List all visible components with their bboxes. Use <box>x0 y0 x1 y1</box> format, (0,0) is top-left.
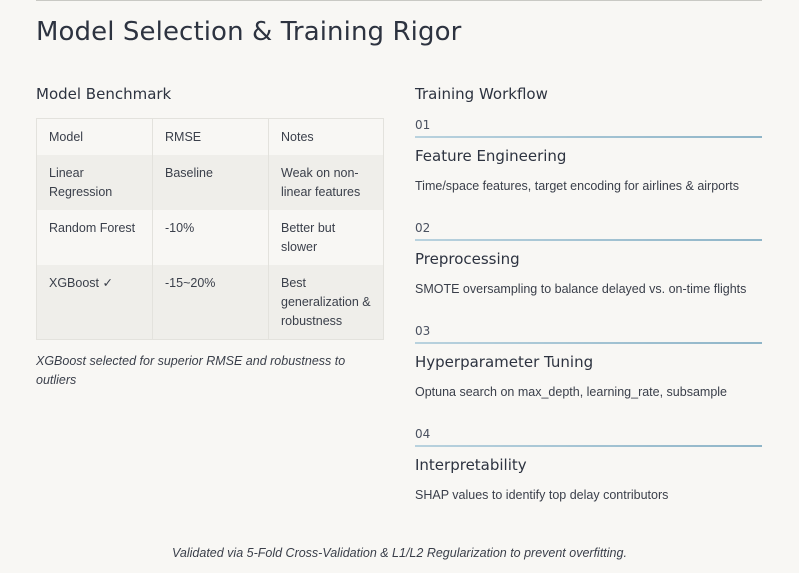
step-description: Time/space features, target encoding for… <box>415 179 739 193</box>
benchmark-note: XGBoost selected for superior RMSE and r… <box>36 354 346 387</box>
benchmark-heading: Model Benchmark <box>36 85 172 103</box>
cell-model: Random Forest <box>36 210 153 265</box>
cell-rmse: -10% <box>152 210 269 265</box>
benchmark-table: Model RMSE Notes Linear Regression Basel… <box>36 118 384 340</box>
cell-model: Linear Regression <box>36 155 153 210</box>
cell-notes: Best generalization & robustness <box>268 265 384 340</box>
column-header-rmse: RMSE <box>152 118 269 155</box>
step-description: SMOTE oversampling to balance delayed vs… <box>415 282 747 296</box>
step-title: Interpretability <box>415 456 527 474</box>
step-description: SHAP values to identify top delay contri… <box>415 488 669 502</box>
step-divider <box>415 445 762 447</box>
step-description: Optuna search on max_depth, learning_rat… <box>415 385 727 399</box>
step-title: Feature Engineering <box>415 147 567 165</box>
footer-note: Validated via 5-Fold Cross-Validation & … <box>172 546 627 560</box>
step-divider <box>415 239 762 241</box>
step-divider <box>415 342 762 344</box>
workflow-heading: Training Workflow <box>415 85 548 103</box>
step-title: Hyperparameter Tuning <box>415 353 594 371</box>
cell-notes: Better but slower <box>268 210 384 265</box>
step-number: 02 <box>415 221 431 235</box>
column-header-model: Model <box>36 118 153 155</box>
cell-model: XGBoost ✓ <box>36 265 153 340</box>
top-divider <box>36 0 762 1</box>
column-header-notes: Notes <box>268 118 384 155</box>
table-row: Random Forest -10% Better but slower <box>36 210 384 265</box>
cell-rmse: Baseline <box>152 155 269 210</box>
step-divider <box>415 136 762 138</box>
step-title: Preprocessing <box>415 250 520 268</box>
table-header-row: Model RMSE Notes <box>36 118 384 155</box>
page-title: Model Selection & Training Rigor <box>36 17 462 47</box>
cell-rmse: -15~20% <box>152 265 269 340</box>
step-number: 03 <box>415 324 431 338</box>
step-number: 01 <box>415 118 431 132</box>
step-number: 04 <box>415 427 431 441</box>
table-row: Linear Regression Baseline Weak on non-l… <box>36 155 384 210</box>
table-row: XGBoost ✓ -15~20% Best generalization & … <box>36 265 384 340</box>
cell-notes: Weak on non-linear features <box>268 155 384 210</box>
